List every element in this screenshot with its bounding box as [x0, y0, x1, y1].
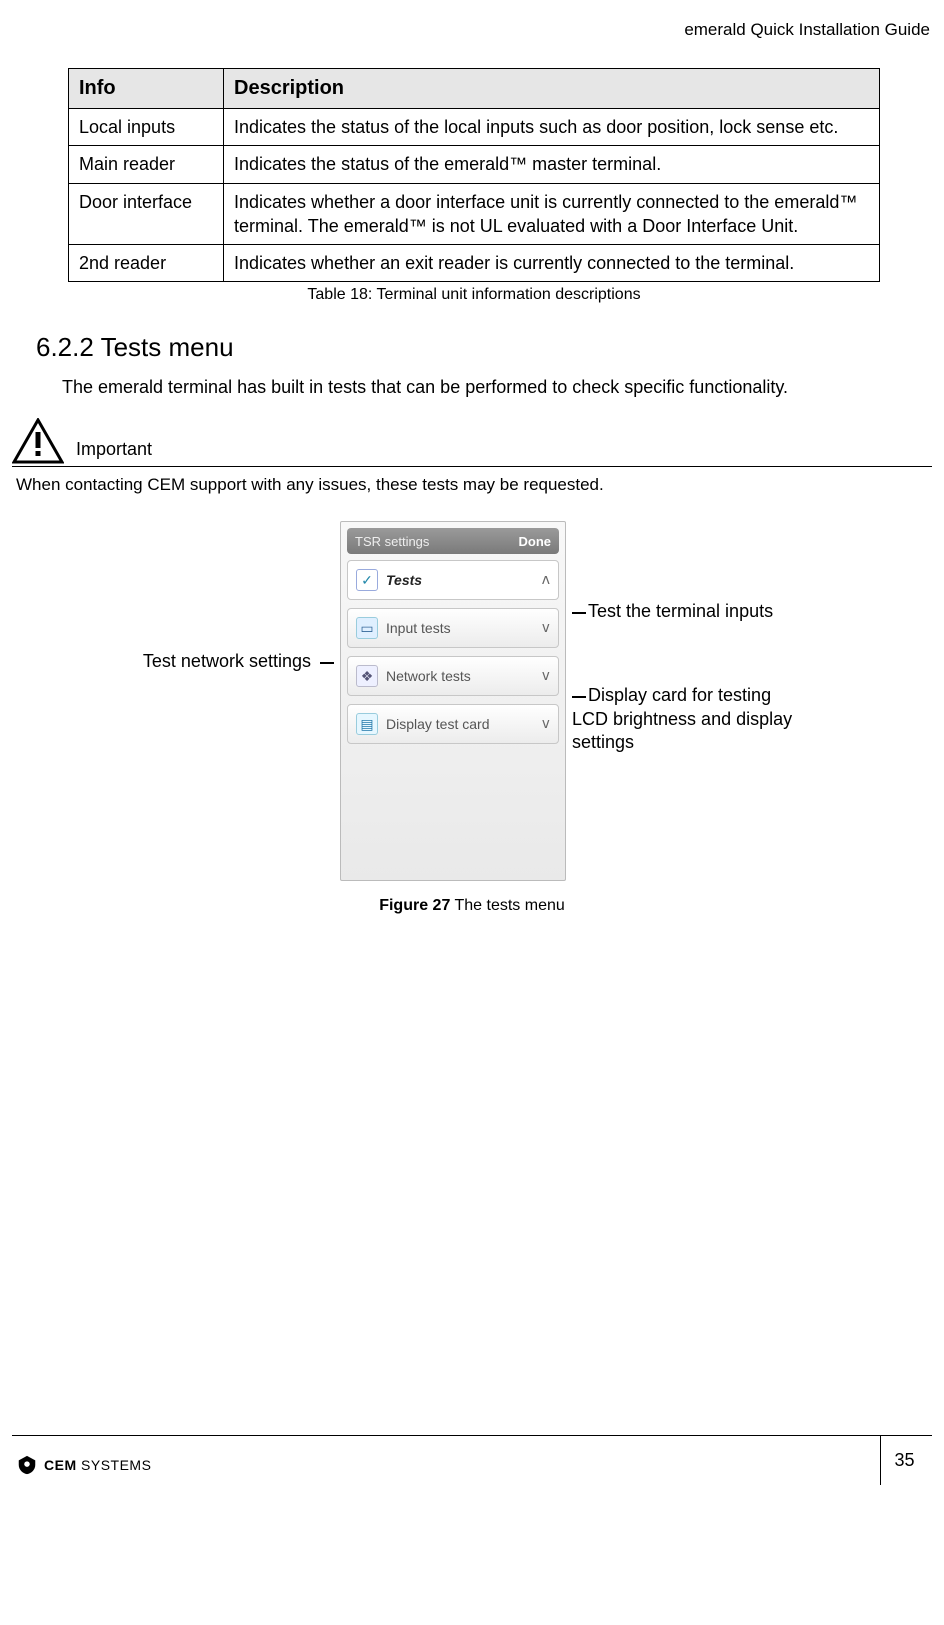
input-icon: ▭ [356, 617, 378, 639]
cell-desc: Indicates the status of the emerald™ mas… [224, 146, 880, 183]
device-row-label: Display test card [386, 716, 489, 732]
th-info: Info [69, 69, 224, 109]
brand-mark-icon [16, 1454, 38, 1476]
device-header-title: TSR settings [355, 534, 429, 549]
leader-line [320, 662, 334, 664]
brand-name-bold: CEM [44, 1457, 77, 1473]
section-intro: The emerald terminal has built in tests … [12, 377, 932, 398]
cell-info: Local inputs [69, 109, 224, 146]
page-footer: CEM SYSTEMS 35 [12, 1435, 932, 1495]
important-label: Important [76, 439, 152, 464]
info-table: Info Description Local inputs Indicates … [68, 68, 880, 282]
table-row: Door interface Indicates whether a door … [69, 183, 880, 245]
cell-info: Main reader [69, 146, 224, 183]
table-row: Main reader Indicates the status of the … [69, 146, 880, 183]
leader-line [572, 696, 586, 698]
cell-desc: Indicates the status of the local inputs… [224, 109, 880, 146]
callout-right-2-text: Display card for testing LCD brightness … [572, 685, 792, 752]
cell-desc: Indicates whether an exit reader is curr… [224, 245, 880, 282]
callout-left: Test network settings [134, 521, 334, 672]
chevron-up-icon: ʌ [542, 572, 550, 588]
chevron-down-icon: v [542, 716, 550, 732]
device-header: TSR settings Done [347, 528, 559, 554]
callout-left-text: Test network settings [143, 651, 311, 671]
cell-info: 2nd reader [69, 245, 224, 282]
section-heading: 6.2.2 Tests menu [12, 332, 932, 363]
running-head: emerald Quick Installation Guide [12, 20, 932, 40]
network-icon: ❖ [356, 665, 378, 687]
chevron-down-icon: v [542, 668, 550, 684]
display-icon: ▤ [356, 713, 378, 735]
table-row: 2nd reader Indicates whether an exit rea… [69, 245, 880, 282]
device-row-tests[interactable]: ✓ Tests ʌ [347, 560, 559, 600]
device-row-label: Input tests [386, 620, 451, 636]
cell-info: Door interface [69, 183, 224, 245]
divider [12, 466, 932, 467]
callout-right-2: Display card for testing LCD brightness … [572, 622, 810, 754]
callout-right-1-text: Test the terminal inputs [588, 601, 773, 621]
figure-caption-bold: Figure 27 [379, 897, 450, 914]
figure-caption: Figure 27 The tests menu [12, 897, 932, 915]
th-description: Description [224, 69, 880, 109]
table-caption: Table 18: Terminal unit information desc… [68, 286, 880, 304]
chevron-down-icon: v [542, 620, 550, 636]
device-screenshot: TSR settings Done ✓ Tests ʌ ▭ Input test… [340, 521, 566, 881]
table-header-row: Info Description [69, 69, 880, 109]
device-row-network-tests[interactable]: ❖ Network tests v [347, 656, 559, 696]
cell-desc: Indicates whether a door interface unit … [224, 183, 880, 245]
figure-area: Test network settings TSR settings Done … [12, 521, 932, 881]
device-row-display-test-card[interactable]: ▤ Display test card v [347, 704, 559, 744]
warning-icon [12, 418, 64, 464]
device-row-label: Network tests [386, 668, 471, 684]
brand-name-rest: SYSTEMS [77, 1457, 152, 1473]
callout-right-1: Test the terminal inputs [572, 521, 810, 622]
leader-line [572, 612, 586, 614]
brand-logo: CEM SYSTEMS [16, 1454, 151, 1476]
device-row-label: Tests [386, 572, 422, 588]
table-row: Local inputs Indicates the status of the… [69, 109, 880, 146]
device-row-input-tests[interactable]: ▭ Input tests v [347, 608, 559, 648]
important-text: When contacting CEM support with any iss… [12, 475, 932, 495]
check-icon: ✓ [356, 569, 378, 591]
figure-caption-text: The tests menu [450, 897, 564, 914]
page-number: 35 [880, 1436, 928, 1485]
device-done-button[interactable]: Done [519, 534, 552, 549]
